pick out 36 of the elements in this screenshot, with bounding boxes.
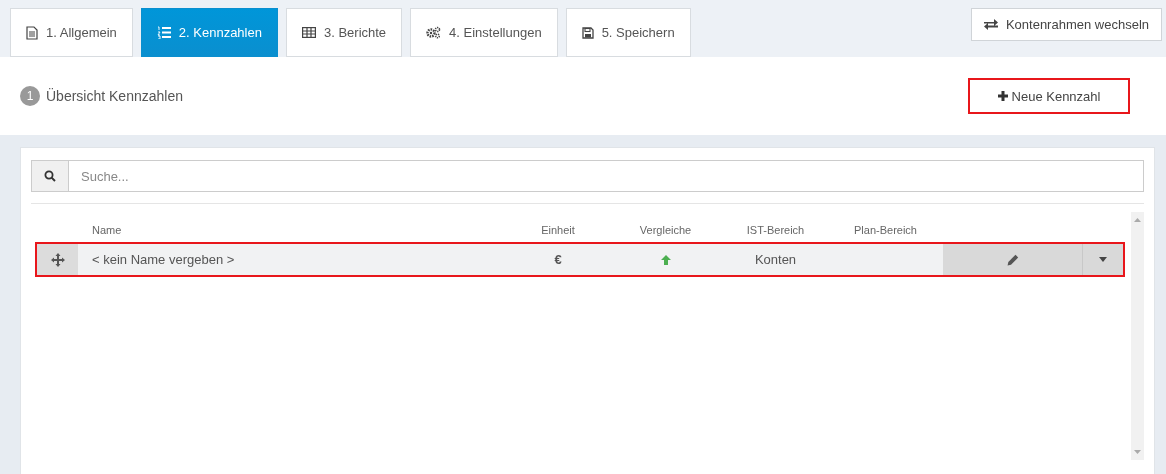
search-icon	[44, 170, 56, 182]
scroll-down-icon	[1134, 450, 1141, 454]
move-icon	[50, 252, 65, 267]
table-cell-text: Konten	[753, 252, 798, 267]
new-key-figure-button[interactable]: Neue Kennzahl	[968, 78, 1130, 114]
column-header: Name	[91, 224, 123, 236]
scroll-up-icon	[1134, 218, 1141, 222]
numbered-list-icon	[156, 26, 171, 39]
step-number-badge: 1	[20, 86, 40, 106]
arrow-up-icon	[659, 253, 672, 266]
search-button[interactable]	[31, 160, 69, 192]
switch-chart-of-accounts-button[interactable]: Kontenrahmen wechseln	[970, 8, 1162, 41]
gears-icon	[426, 26, 442, 39]
edit-button[interactable]	[943, 244, 1083, 275]
column-header: Einheit	[540, 224, 576, 236]
tab[interactable]: 4. Einstellungen	[410, 8, 558, 57]
column-header: Vergleiche	[638, 224, 693, 236]
document-icon	[26, 25, 38, 40]
scrollbar[interactable]	[1131, 212, 1144, 460]
pencil-icon	[1006, 253, 1019, 266]
plus-icon	[997, 91, 1008, 101]
tab[interactable]: 5. Speichern	[565, 8, 691, 57]
table-cell-text: €	[553, 252, 563, 267]
column-header: IST-Bereich	[745, 224, 806, 236]
swap-arrows-icon	[983, 19, 998, 30]
column-header: Plan-Bereich	[853, 224, 918, 236]
drag-handle[interactable]	[37, 244, 78, 275]
dropdown-button[interactable]	[1083, 244, 1123, 275]
caret-icon	[1099, 257, 1107, 262]
table-row[interactable]: < kein Name vergeben > € Konten	[35, 242, 1125, 277]
table-cell-text: < kein Name vergeben >	[91, 252, 236, 267]
tab[interactable]: 3. Berichte	[285, 8, 403, 57]
section-title: Übersicht Kennzahlen	[46, 88, 183, 104]
table-icon	[301, 27, 316, 38]
tab[interactable]: 1. Allgemein	[10, 8, 133, 57]
search-field[interactable]: Suche...	[69, 160, 1144, 192]
